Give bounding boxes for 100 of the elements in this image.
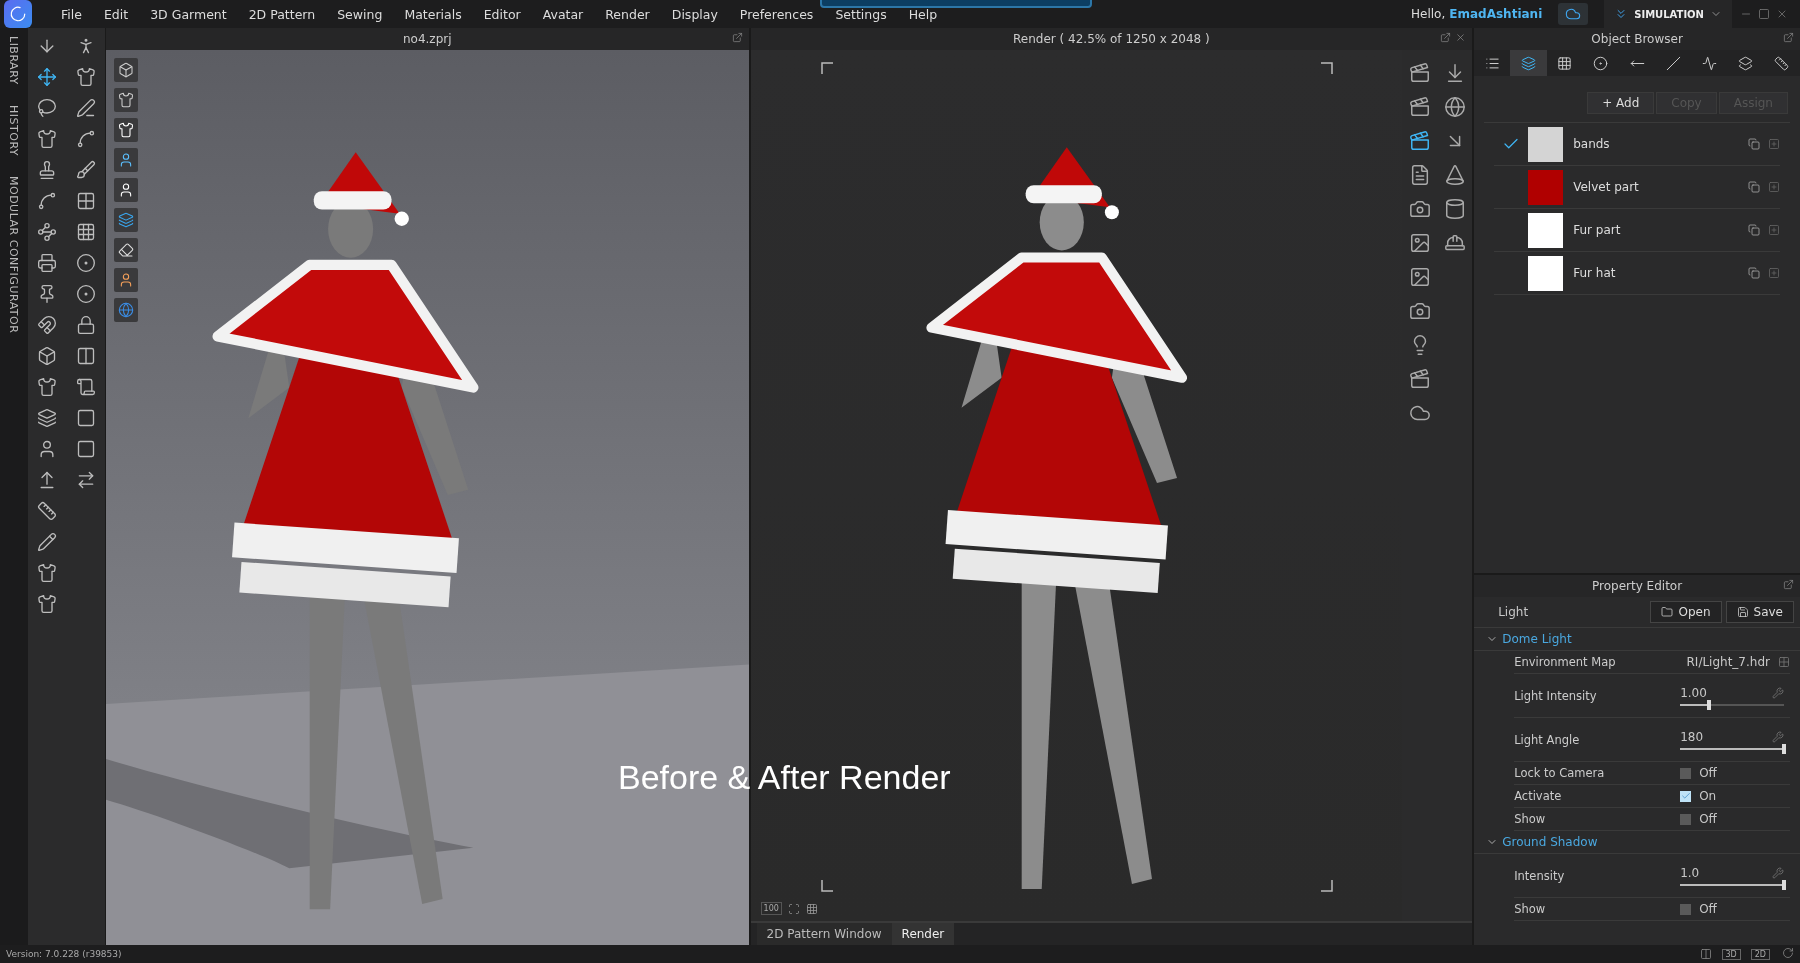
pencil-icon[interactable] [37,532,58,552]
scroll-icon[interactable] [75,377,96,397]
shirt-icon[interactable] [37,377,58,397]
clapperboard-icon[interactable] [1408,368,1431,390]
menu-item[interactable]: Sewing [326,6,394,22]
camera-icon[interactable] [1408,198,1431,220]
checkbox[interactable] [1680,903,1692,915]
view-button[interactable] [113,88,138,112]
slider-thumb[interactable] [1782,743,1786,754]
pen-icon[interactable] [75,98,96,118]
image-icon[interactable] [1408,266,1431,288]
copy-icon[interactable] [1748,181,1760,193]
refresh-icon[interactable] [1782,947,1794,959]
cone-icon[interactable] [1443,164,1466,186]
waypoints-icon[interactable] [37,222,58,242]
square-icon[interactable] [75,439,96,459]
close-icon[interactable] [1776,8,1788,20]
cylinder-icon[interactable] [1443,198,1466,220]
slider-thumb[interactable] [1782,879,1786,890]
menu-item[interactable]: Help [897,6,949,22]
checkbox[interactable] [1680,767,1692,779]
menu-item[interactable]: Preferences [728,6,825,22]
file-value[interactable]: RI/Light_7.hdr [1686,655,1770,669]
app-logo[interactable] [4,0,32,28]
view-button[interactable] [113,118,138,142]
lock-icon[interactable] [75,315,96,335]
popout-icon[interactable] [1440,32,1452,43]
shirt-icon[interactable] [37,129,58,149]
clapperboard-icon[interactable] [1408,130,1431,152]
menu-item[interactable]: Settings [824,6,898,22]
mode-dropdown[interactable]: SIMULATION [1604,0,1732,28]
view-button[interactable] [113,178,138,202]
wrench-icon[interactable] [1772,686,1784,699]
material-name[interactable]: bands [1573,137,1748,151]
menu-item[interactable]: Materials [393,6,473,22]
clapperboard-icon[interactable] [1408,62,1431,84]
material-swatch[interactable] [1528,126,1564,162]
button-icon[interactable] [75,284,96,304]
material-name[interactable]: Fur hat [1573,266,1748,280]
brush-icon[interactable] [75,160,96,180]
printer-icon[interactable] [37,253,58,273]
magnet-icon[interactable] [37,315,58,335]
view-tab[interactable]: Render [891,923,955,945]
checkbox[interactable] [1680,813,1692,825]
spline-icon[interactable] [75,129,96,149]
view-button[interactable] [113,148,138,172]
clapperboard-icon[interactable] [1408,96,1431,118]
material-name[interactable]: Velvet part [1573,180,1748,194]
layers-icon[interactable] [37,408,58,428]
side-tab[interactable]: MODULAR CONFIGURATOR [7,175,21,334]
slider-value[interactable]: 180 [1680,729,1704,744]
material-swatch[interactable] [1528,255,1564,291]
image-icon[interactable] [1408,232,1431,254]
material-swatch[interactable] [1528,169,1564,205]
file-button[interactable]: Open [1650,601,1722,623]
camera-icon[interactable] [1408,300,1431,322]
split-view-icon[interactable] [1699,948,1712,960]
menu-item[interactable]: File [50,6,93,22]
browser-tab[interactable] [1510,50,1547,76]
file-button[interactable]: Save [1725,601,1794,623]
view-button[interactable] [113,58,138,82]
close-icon[interactable] [1455,32,1467,43]
menu-item[interactable]: 3D Garment [139,6,238,22]
copy-icon[interactable] [1748,138,1760,150]
checkbox[interactable] [1680,790,1692,802]
zoom-label[interactable]: 100 [760,902,782,915]
menu-item[interactable]: Display [660,6,729,22]
menu-item[interactable]: Edit [92,6,140,22]
slider-thumb[interactable] [1707,699,1712,710]
grid-icon[interactable] [75,191,96,211]
maximize-icon[interactable] [1758,8,1770,20]
section-header[interactable]: Ground Shadow [1474,831,1800,854]
view-toggle[interactable]: 3D [1721,948,1741,960]
columns-icon[interactable] [75,346,96,366]
user-name[interactable]: EmadAshtiani [1449,7,1543,21]
fit-icon[interactable] [787,902,800,915]
move-icon[interactable] [37,67,58,87]
shirt-icon[interactable] [75,67,96,87]
cloud-button[interactable] [1558,3,1589,25]
ruler-icon[interactable] [37,501,58,521]
square-icon[interactable] [75,408,96,428]
shirt-icon[interactable] [37,563,58,583]
lasso-icon[interactable] [37,98,58,118]
material-swatch[interactable] [1528,212,1564,248]
shirt-icon[interactable] [37,594,58,614]
view-button[interactable] [113,238,138,262]
slider-value[interactable]: 1.0 [1680,865,1700,880]
globe-icon[interactable] [1443,96,1466,118]
menu-item[interactable]: Render [594,6,661,22]
box-icon[interactable] [37,346,58,366]
side-tab[interactable]: HISTORY [7,104,21,156]
popout-icon[interactable] [731,32,743,43]
action-button[interactable]: + Add [1587,92,1655,114]
grid-icon[interactable] [805,902,818,915]
copy-icon[interactable] [1748,267,1760,279]
spline-icon[interactable] [37,191,58,211]
view-button[interactable] [113,268,138,292]
section-header[interactable]: Dome Light [1474,628,1800,651]
popout-icon[interactable] [1783,32,1794,43]
copy-icon[interactable] [1748,224,1760,236]
